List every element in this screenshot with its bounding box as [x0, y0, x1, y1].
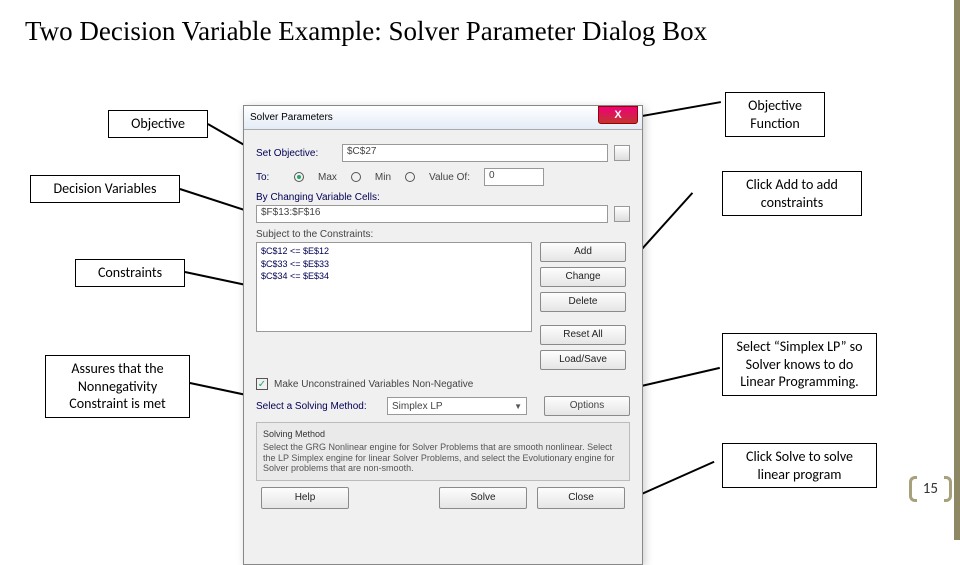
constraint-item[interactable]: $C$33 <= $E$33	[261, 258, 527, 271]
page-number-wrap: 15	[909, 476, 952, 502]
solve-button[interactable]: Solve	[439, 487, 527, 509]
chevron-down-icon: ▼	[514, 402, 522, 411]
reset-all-button[interactable]: Reset All	[540, 325, 626, 345]
slide-title: Two Decision Variable Example: Solver Pa…	[0, 0, 960, 55]
bracket-right-icon	[944, 476, 952, 502]
dialog-titlebar: Solver Parameters X	[244, 106, 642, 130]
options-button[interactable]: Options	[544, 396, 630, 416]
nonneg-checkbox-label: Make Unconstrained Variables Non-Negativ…	[274, 379, 473, 390]
radio-valueof[interactable]	[405, 172, 415, 182]
help-heading: Solving Method	[263, 429, 623, 440]
callout-decision-variables: Decision Variables	[30, 175, 180, 203]
callout-nonnegativity: Assures that the Nonnegativity Constrain…	[45, 355, 190, 418]
valueof-input[interactable]: 0	[484, 168, 544, 186]
solving-method-value: Simplex LP	[392, 401, 443, 412]
radio-max[interactable]	[294, 172, 304, 182]
radio-max-label: Max	[318, 172, 337, 183]
constraint-item[interactable]: $C$34 <= $E$34	[261, 270, 527, 283]
callout-objective-function: Objective Function	[725, 92, 825, 137]
delete-button[interactable]: Delete	[540, 292, 626, 312]
constraint-item[interactable]: $C$12 <= $E$12	[261, 245, 527, 258]
range-picker-icon[interactable]	[614, 206, 630, 222]
constraints-listbox[interactable]: $C$12 <= $E$12 $C$33 <= $E$33 $C$34 <= $…	[256, 242, 532, 332]
load-save-button[interactable]: Load/Save	[540, 350, 626, 370]
bracket-left-icon	[909, 476, 917, 502]
callout-click-add: Click Add to add constraints	[722, 171, 862, 216]
callout-objective: Objective	[108, 110, 208, 138]
solver-parameters-dialog: Solver Parameters X Set Objective: $C$27…	[243, 105, 643, 565]
changing-cells-label: By Changing Variable Cells:	[256, 192, 380, 203]
radio-valueof-label: Value Of:	[429, 172, 470, 183]
radio-min-label: Min	[375, 172, 391, 183]
change-button[interactable]: Change	[540, 267, 626, 287]
page-number: 15	[923, 480, 938, 498]
add-button[interactable]: Add	[540, 242, 626, 262]
close-dialog-button[interactable]: Close	[537, 487, 625, 509]
help-text: Select the GRG Nonlinear engine for Solv…	[263, 442, 623, 474]
solving-method-select[interactable]: Simplex LP ▼	[387, 397, 527, 415]
radio-min[interactable]	[351, 172, 361, 182]
connector-line	[180, 188, 252, 213]
help-button[interactable]: Help	[261, 487, 349, 509]
changing-cells-input[interactable]: $F$13:$F$16	[256, 205, 608, 223]
dialog-title: Solver Parameters	[250, 112, 333, 123]
subject-to-label: Subject to the Constraints:	[256, 229, 373, 240]
callout-click-solve: Click Solve to solve linear program	[722, 443, 877, 488]
solving-method-label: Select a Solving Method:	[256, 401, 381, 412]
connector-line	[185, 271, 252, 287]
callout-constraints: Constraints	[75, 259, 185, 287]
nonneg-checkbox[interactable]: ✓	[256, 378, 268, 390]
to-label: To:	[256, 172, 280, 183]
slide-side-accent	[954, 0, 960, 540]
range-picker-icon[interactable]	[614, 145, 630, 161]
solving-method-help: Solving Method Select the GRG Nonlinear …	[256, 422, 630, 481]
set-objective-label: Set Objective:	[256, 148, 336, 159]
callout-simplex-lp: Select “Simplex LP” so Solver knows to d…	[722, 333, 877, 396]
slide-content: Objective Decision Variables Constraints…	[0, 55, 960, 525]
close-button[interactable]: X	[598, 106, 638, 124]
objective-input[interactable]: $C$27	[342, 144, 608, 162]
